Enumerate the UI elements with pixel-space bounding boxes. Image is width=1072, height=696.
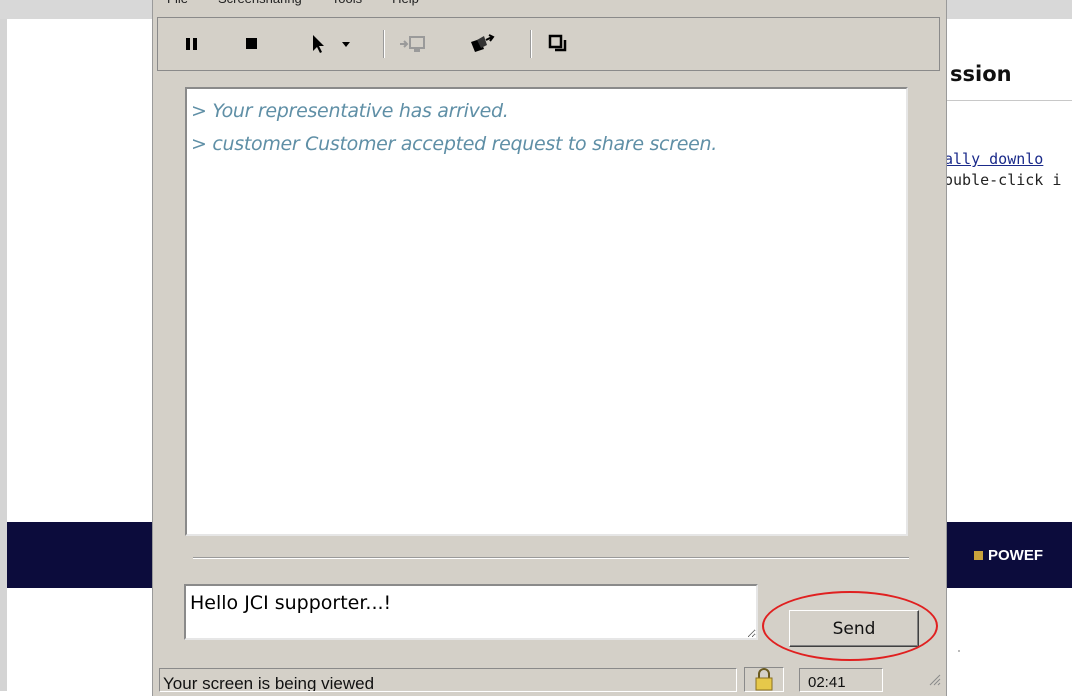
download-link-fragment[interactable]: ally downlo: [944, 150, 1043, 168]
dropdown-arrow-icon: [342, 42, 350, 47]
pointer-button[interactable]: [306, 30, 330, 58]
status-text: Your screen is being viewed: [159, 668, 737, 692]
support-chat-window: File Screensharing Tools Help: [152, 0, 947, 696]
menu-file[interactable]: File: [167, 0, 188, 8]
chat-message: > customer Customer accepted request to …: [191, 133, 717, 155]
menu-tools[interactable]: Tools: [332, 0, 362, 8]
browser-left-edge: [0, 19, 7, 691]
decor-dot: [958, 650, 960, 652]
menu-help[interactable]: Help: [392, 0, 419, 8]
status-bar: Your screen is being viewed 02:41: [159, 667, 943, 696]
transfer-to-screen-icon: [400, 36, 425, 52]
pause-icon: [186, 38, 197, 50]
heading-rule: [946, 100, 1072, 101]
instruction-text-fragment: ouble-click i: [944, 171, 1062, 189]
menu-bar: File Screensharing Tools Help: [167, 0, 419, 8]
chat-input[interactable]: [184, 584, 758, 640]
menu-screensharing[interactable]: Screensharing: [218, 0, 302, 8]
pointer-dropdown[interactable]: [338, 30, 354, 58]
status-lock: [744, 667, 784, 692]
bullet-square-icon: [974, 551, 983, 560]
session-timer: 02:41: [799, 668, 883, 692]
resize-grip-icon[interactable]: [927, 672, 941, 686]
stop-button[interactable]: [240, 30, 264, 58]
chat-message: > Your representative has arrived.: [191, 100, 509, 122]
send-files-icon: [471, 34, 495, 52]
stop-icon: [246, 38, 257, 49]
annotation-circle: [762, 591, 938, 661]
nav-item-power[interactable]: POWEF: [974, 547, 1043, 564]
lock-icon: [755, 668, 773, 691]
nav-item-power-label: POWEF: [988, 547, 1043, 564]
toolbar: [157, 17, 940, 71]
chat-log[interactable]: > Your representative has arrived. > cus…: [185, 87, 908, 536]
chat-divider: [193, 557, 909, 559]
windows-icon: [548, 34, 567, 52]
toolbar-separator: [530, 30, 532, 58]
windows-button[interactable]: [543, 30, 573, 58]
page-heading-fragment: ssion: [950, 62, 1012, 86]
transfer-to-screen-button[interactable]: [396, 30, 430, 58]
send-files-button[interactable]: [466, 30, 500, 58]
pointer-icon: [313, 35, 324, 53]
pause-button[interactable]: [180, 30, 204, 58]
toolbar-separator: [383, 30, 385, 58]
